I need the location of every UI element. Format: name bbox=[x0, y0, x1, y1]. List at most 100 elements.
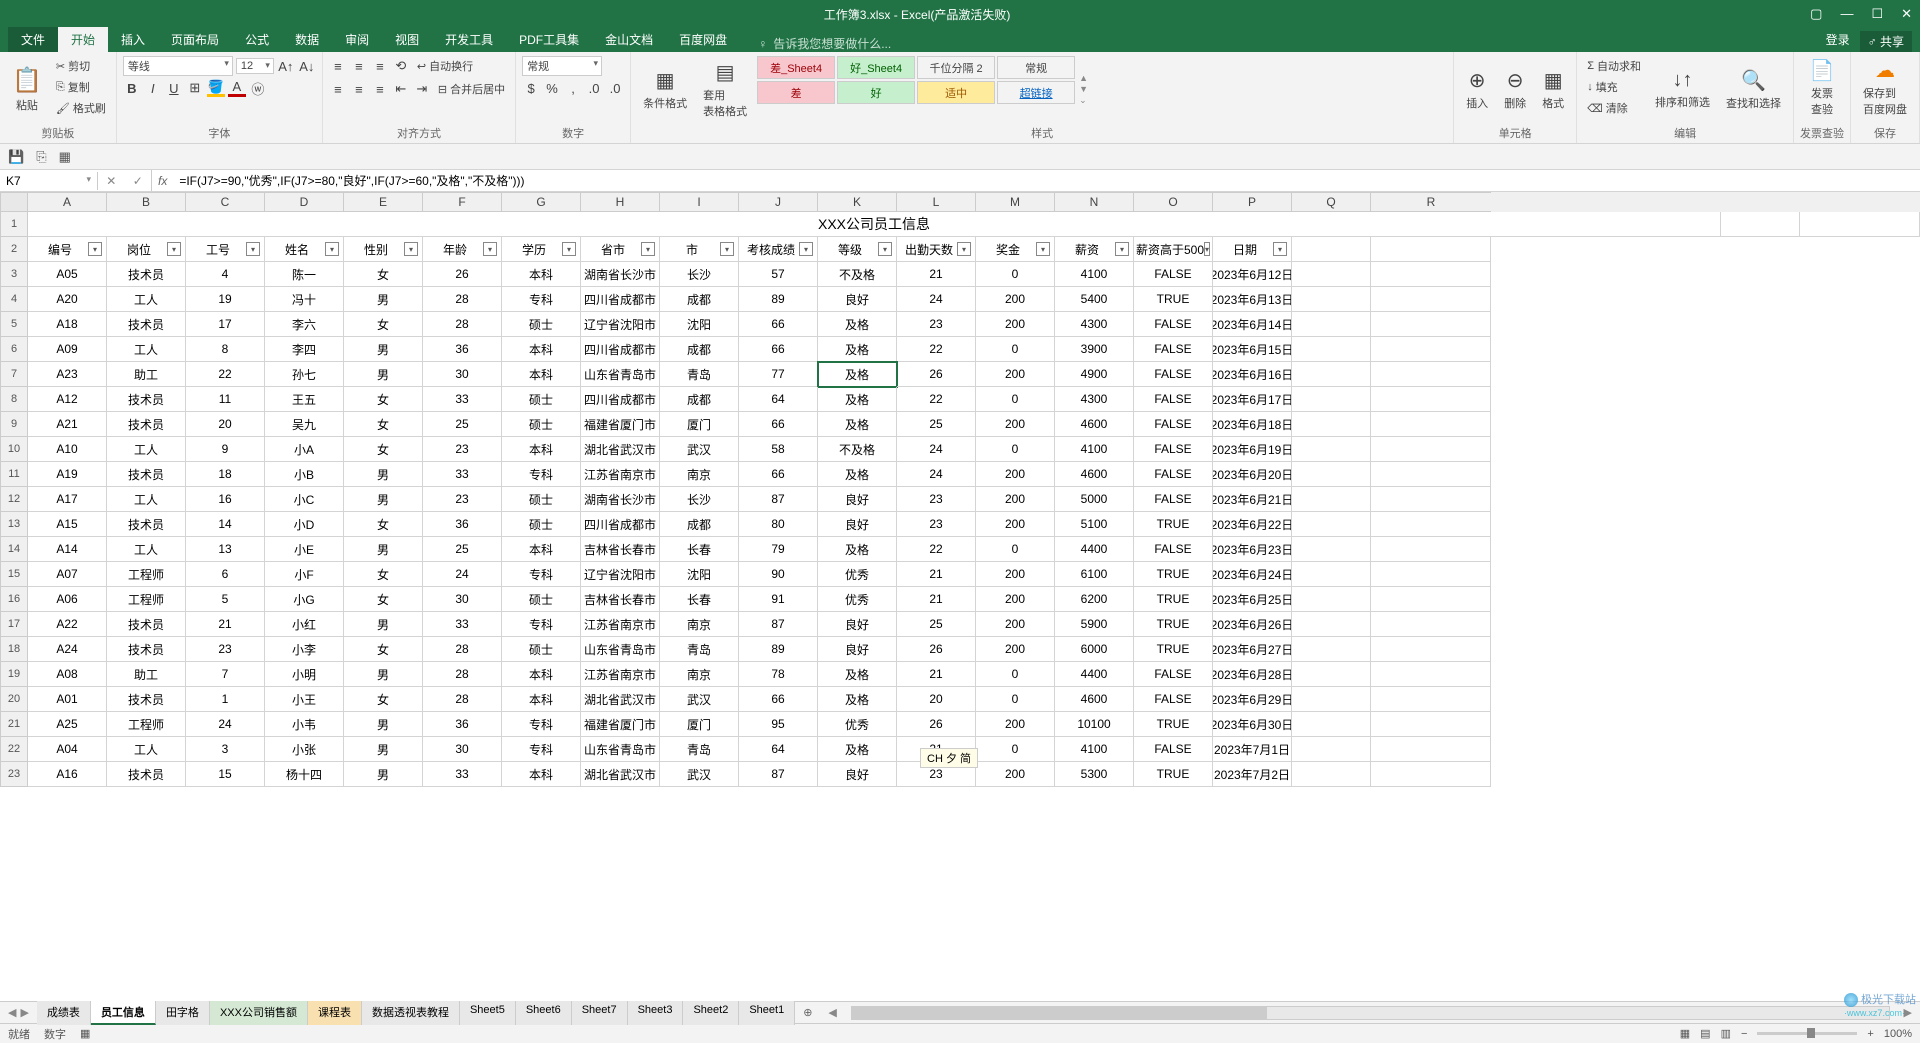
data-cell[interactable]: 4100 bbox=[1055, 437, 1134, 462]
align-bottom-icon[interactable]: ≡ bbox=[371, 57, 389, 75]
paste-button[interactable]: 📋 粘贴 bbox=[6, 56, 48, 123]
row-header[interactable]: 16 bbox=[0, 587, 28, 612]
cell[interactable] bbox=[1292, 612, 1371, 637]
cell[interactable] bbox=[1292, 312, 1371, 337]
data-cell[interactable]: 男 bbox=[344, 537, 423, 562]
data-cell[interactable]: 小A bbox=[265, 437, 344, 462]
filter-dropdown-icon[interactable]: ▾ bbox=[325, 242, 339, 256]
data-cell[interactable]: A10 bbox=[28, 437, 107, 462]
data-cell[interactable]: 男 bbox=[344, 762, 423, 787]
data-cell[interactable]: 小E bbox=[265, 537, 344, 562]
sheet-tab[interactable]: Sheet1 bbox=[739, 1001, 795, 1025]
table-header-cell[interactable]: 日期▾ bbox=[1213, 237, 1292, 262]
data-cell[interactable]: 男 bbox=[344, 712, 423, 737]
increase-font-icon[interactable]: A↑ bbox=[277, 57, 295, 75]
data-cell[interactable]: FALSE bbox=[1134, 362, 1213, 387]
data-cell[interactable]: 23 bbox=[897, 312, 976, 337]
data-cell[interactable]: A17 bbox=[28, 487, 107, 512]
tab-pdf[interactable]: PDF工具集 bbox=[506, 27, 592, 52]
cell[interactable] bbox=[1292, 237, 1371, 262]
data-cell[interactable]: 28 bbox=[423, 662, 502, 687]
data-cell[interactable]: 湖南省长沙市 bbox=[581, 262, 660, 287]
style-neutral[interactable]: 适中 bbox=[917, 81, 995, 104]
data-cell[interactable]: 工程师 bbox=[107, 562, 186, 587]
data-cell[interactable]: 21 bbox=[897, 662, 976, 687]
data-cell[interactable]: A07 bbox=[28, 562, 107, 587]
login-link[interactable]: 登录 bbox=[1826, 31, 1850, 52]
data-cell[interactable]: 小G bbox=[265, 587, 344, 612]
cell[interactable] bbox=[1371, 637, 1491, 662]
data-cell[interactable]: 女 bbox=[344, 412, 423, 437]
data-cell[interactable]: 5100 bbox=[1055, 512, 1134, 537]
data-cell[interactable]: 女 bbox=[344, 437, 423, 462]
data-cell[interactable]: 5000 bbox=[1055, 487, 1134, 512]
data-cell[interactable]: A21 bbox=[28, 412, 107, 437]
data-cell[interactable]: 王五 bbox=[265, 387, 344, 412]
row-header[interactable]: 4 bbox=[0, 287, 28, 312]
tab-review[interactable]: 审阅 bbox=[332, 27, 382, 52]
data-cell[interactable]: 20 bbox=[186, 412, 265, 437]
data-cell[interactable]: 小王 bbox=[265, 687, 344, 712]
table-header-cell[interactable]: 出勤天数▾ bbox=[897, 237, 976, 262]
column-header[interactable]: K bbox=[818, 192, 897, 212]
save-baidu-button[interactable]: ☁保存到 百度网盘 bbox=[1857, 56, 1913, 119]
align-right-icon[interactable]: ≡ bbox=[371, 80, 389, 98]
data-cell[interactable]: 技术员 bbox=[107, 262, 186, 287]
column-header[interactable]: N bbox=[1055, 192, 1134, 212]
data-cell[interactable]: 8 bbox=[186, 337, 265, 362]
data-cell[interactable]: 23 bbox=[897, 487, 976, 512]
data-cell[interactable]: 武汉 bbox=[660, 762, 739, 787]
orientation-icon[interactable]: ⟲ bbox=[392, 57, 410, 75]
data-cell[interactable]: 4100 bbox=[1055, 262, 1134, 287]
data-cell[interactable]: 2023年6月22日 bbox=[1213, 512, 1292, 537]
data-cell[interactable]: 江苏省南京市 bbox=[581, 612, 660, 637]
data-cell[interactable]: 及格 bbox=[818, 737, 897, 762]
tab-home[interactable]: 开始 bbox=[58, 27, 108, 52]
data-cell[interactable]: 2023年6月29日 bbox=[1213, 687, 1292, 712]
zoom-out-icon[interactable]: − bbox=[1741, 1028, 1747, 1040]
data-cell[interactable]: 南京 bbox=[660, 612, 739, 637]
data-cell[interactable]: 青岛 bbox=[660, 737, 739, 762]
data-cell[interactable]: 小C bbox=[265, 487, 344, 512]
sheet-nav[interactable]: ◀▶ bbox=[0, 1006, 37, 1019]
data-cell[interactable]: 小李 bbox=[265, 637, 344, 662]
data-cell[interactable]: A01 bbox=[28, 687, 107, 712]
data-cell[interactable]: 30 bbox=[423, 587, 502, 612]
tell-me-search[interactable]: ♀ 告诉我您想要做什么... bbox=[758, 35, 891, 52]
cell-styles-gallery[interactable]: 差_Sheet4 差 好_Sheet4 好 千位分隔 2 适中 常规 超链接 ▲ bbox=[757, 56, 1090, 123]
sheet-tab[interactable]: Sheet5 bbox=[460, 1001, 516, 1025]
data-cell[interactable]: 20 bbox=[897, 687, 976, 712]
style-bad[interactable]: 差 bbox=[757, 81, 835, 104]
cell[interactable] bbox=[1292, 287, 1371, 312]
add-sheet-button[interactable]: ⊕ bbox=[795, 1006, 820, 1019]
data-cell[interactable]: A05 bbox=[28, 262, 107, 287]
fill-color-button[interactable]: 🪣 bbox=[207, 79, 225, 97]
data-cell[interactable]: 不及格 bbox=[818, 262, 897, 287]
data-cell[interactable]: 30 bbox=[423, 737, 502, 762]
data-cell[interactable]: 女 bbox=[344, 587, 423, 612]
cell[interactable] bbox=[1292, 712, 1371, 737]
data-cell[interactable]: 1 bbox=[186, 687, 265, 712]
row-header[interactable]: 23 bbox=[0, 762, 28, 787]
data-cell[interactable]: 200 bbox=[976, 712, 1055, 737]
data-cell[interactable]: 2023年6月27日 bbox=[1213, 637, 1292, 662]
sheet-tab[interactable]: 成绩表 bbox=[37, 1001, 91, 1025]
data-cell[interactable]: 5300 bbox=[1055, 762, 1134, 787]
filter-dropdown-icon[interactable]: ▾ bbox=[878, 242, 892, 256]
data-cell[interactable]: FALSE bbox=[1134, 737, 1213, 762]
data-cell[interactable]: 36 bbox=[423, 337, 502, 362]
clear-button[interactable]: ⌫清除 bbox=[1583, 98, 1645, 118]
filter-dropdown-icon[interactable]: ▾ bbox=[1036, 242, 1050, 256]
data-cell[interactable]: 山东省青岛市 bbox=[581, 737, 660, 762]
data-cell[interactable]: 本科 bbox=[502, 662, 581, 687]
data-cell[interactable]: 11 bbox=[186, 387, 265, 412]
tab-file[interactable]: 文件 bbox=[8, 27, 58, 52]
align-middle-icon[interactable]: ≡ bbox=[350, 57, 368, 75]
data-cell[interactable]: 小张 bbox=[265, 737, 344, 762]
filter-dropdown-icon[interactable]: ▾ bbox=[641, 242, 655, 256]
data-cell[interactable]: 技术员 bbox=[107, 687, 186, 712]
data-cell[interactable]: 19 bbox=[186, 287, 265, 312]
data-cell[interactable]: 及格 bbox=[818, 312, 897, 337]
column-header[interactable]: D bbox=[265, 192, 344, 212]
data-cell[interactable]: 200 bbox=[976, 412, 1055, 437]
